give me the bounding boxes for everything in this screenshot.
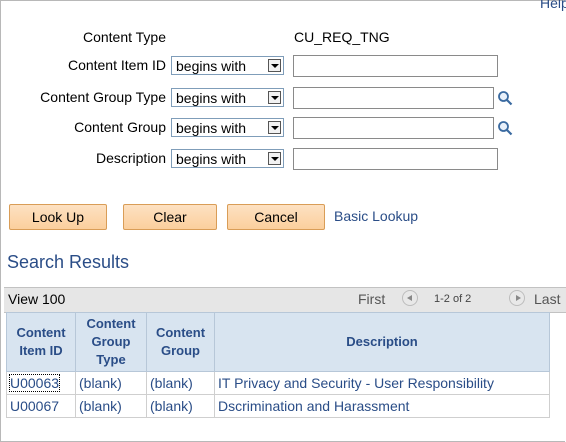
content-group-input[interactable] [293, 117, 494, 139]
magnifier-icon[interactable] [497, 120, 513, 136]
description-cell[interactable]: IT Privacy and Security - User Responsib… [214, 371, 550, 395]
column-header-content-group[interactable]: Content Group [146, 312, 215, 372]
content-group-type-label: Content Group Type [40, 89, 166, 105]
previous-page-icon[interactable] [402, 290, 418, 306]
result-link[interactable]: (blank) [79, 375, 122, 391]
results-navigation-bar: View 100 First 1-2 of 2 Last [4, 287, 566, 313]
operator-value: begins with [176, 58, 247, 74]
look-up-button[interactable]: Look Up [9, 204, 107, 230]
content-group-type-input[interactable] [293, 87, 494, 109]
cancel-button[interactable]: Cancel [227, 204, 325, 230]
last-page-link[interactable]: Last [534, 291, 560, 307]
operator-value: begins with [176, 151, 247, 167]
description-cell[interactable]: Dscrimination and Harassment [214, 394, 550, 418]
search-results-title: Search Results [7, 252, 130, 272]
column-header-content-item-id[interactable]: Content Item ID [6, 312, 76, 372]
content-group-operator-select[interactable]: begins with [171, 118, 284, 137]
content-item-id-operator-select[interactable]: begins with [171, 56, 284, 75]
content-group-type-cell[interactable]: (blank) [75, 371, 147, 395]
result-link[interactable]: U00063 [8, 374, 61, 392]
content-group-type-cell[interactable]: (blank) [75, 394, 147, 418]
operator-value: begins with [176, 90, 247, 106]
dropdown-arrow-icon[interactable] [268, 121, 281, 134]
content-item-id-cell[interactable]: U00063 [6, 371, 76, 395]
content-group-cell[interactable]: (blank) [146, 394, 215, 418]
dropdown-arrow-icon[interactable] [268, 59, 281, 72]
result-link[interactable]: U00067 [10, 398, 59, 414]
description-input[interactable] [293, 148, 498, 170]
view-100-link[interactable]: View 100 [8, 291, 65, 307]
result-link[interactable]: (blank) [150, 398, 193, 414]
dropdown-arrow-icon[interactable] [268, 91, 281, 104]
first-page-link[interactable]: First [358, 291, 385, 307]
results-table: Content Item ID Content Group Type Conte… [6, 312, 550, 418]
content-group-label: Content Group [74, 119, 166, 135]
content-item-id-cell[interactable]: U00067 [6, 394, 76, 418]
content-group-type-operator-select[interactable]: begins with [171, 88, 284, 107]
magnifier-icon[interactable] [497, 90, 513, 106]
basic-lookup-link[interactable]: Basic Lookup [334, 208, 418, 224]
operator-value: begins with [176, 120, 247, 136]
description-label: Description [95, 150, 166, 166]
clear-button[interactable]: Clear [123, 204, 217, 230]
result-link[interactable]: (blank) [79, 398, 122, 414]
column-header-content-group-type[interactable]: Content Group Type [75, 312, 147, 372]
result-link[interactable]: Dscrimination and Harassment [218, 398, 409, 414]
result-link[interactable]: (blank) [150, 375, 193, 391]
result-link[interactable]: IT Privacy and Security - User Responsib… [218, 375, 494, 391]
dropdown-arrow-icon[interactable] [268, 152, 281, 165]
content-type-label: Content Type [82, 29, 166, 45]
content-group-cell[interactable]: (blank) [146, 371, 215, 395]
description-operator-select[interactable]: begins with [171, 149, 284, 168]
content-item-id-label: Content Item ID [67, 57, 166, 73]
content-item-id-input[interactable] [293, 55, 498, 77]
next-page-icon[interactable] [509, 290, 525, 306]
column-header-description[interactable]: Description [214, 312, 550, 372]
content-type-value: CU_REQ_TNG [294, 29, 390, 45]
row-count: 1-2 of 2 [434, 293, 472, 305]
table-row[interactable]: U00063 (blank) (blank) IT Privacy and Se… [6, 371, 550, 395]
table-row[interactable]: U00067 (blank) (blank) Dscrimination and… [6, 394, 550, 418]
help-link[interactable]: Help [540, 0, 566, 11]
